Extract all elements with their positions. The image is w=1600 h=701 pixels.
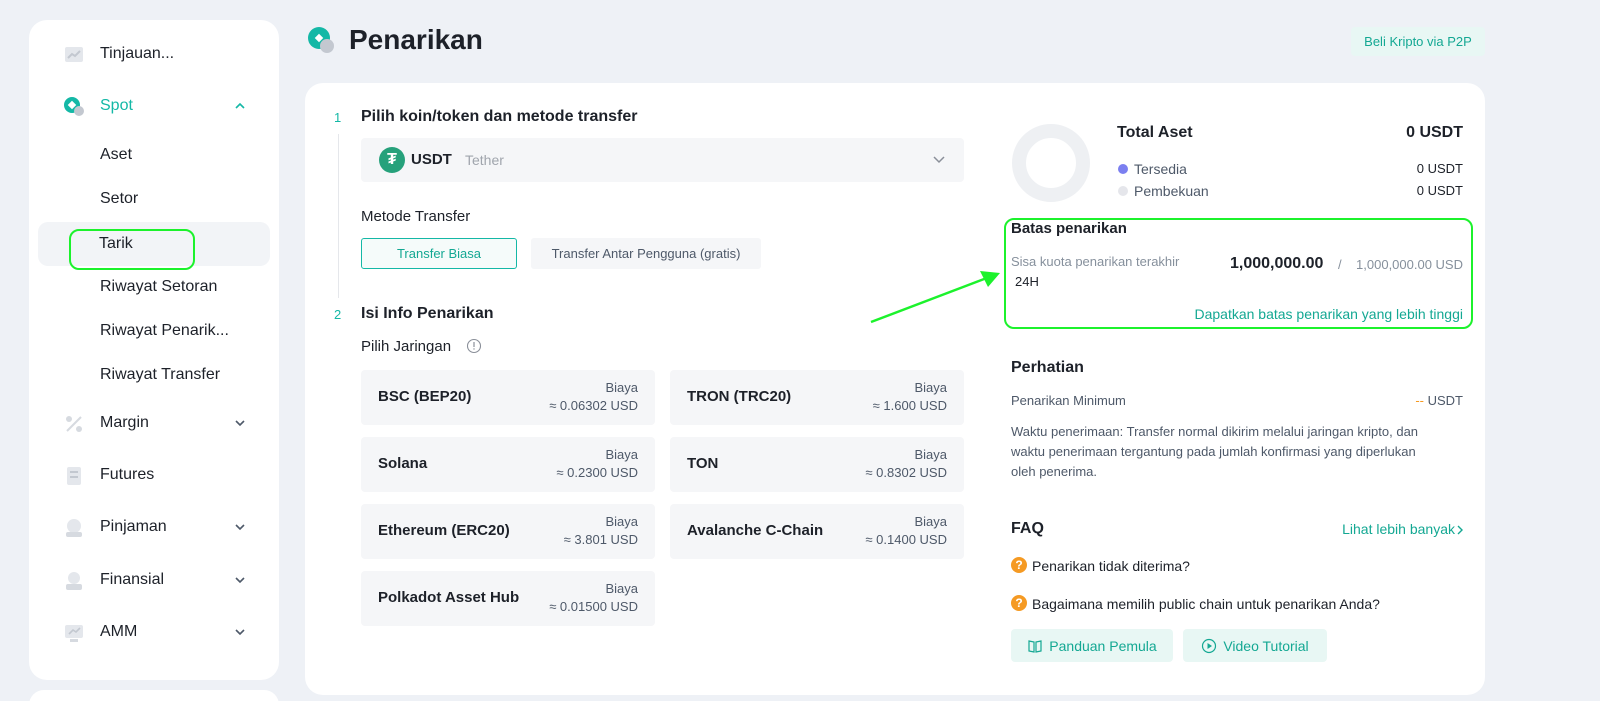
limit-remaining: 1,000,000.00: [1230, 255, 1324, 272]
min-withdraw-label: Penarikan Minimum: [1011, 393, 1126, 408]
highlight-box-withdraw: [69, 229, 195, 270]
sidebar-secondary-card: [29, 690, 279, 701]
play-icon: [1202, 638, 1217, 653]
network-option-ton[interactable]: TON Biaya ≈ 0.8302 USD: [670, 437, 964, 492]
chevron-down-icon: [235, 420, 245, 427]
sidebar: Tinjauan... Spot Aset Setor Tarik Riwaya…: [29, 20, 279, 680]
margin-icon: [66, 416, 82, 432]
transfer-method-label: Metode Transfer: [361, 208, 471, 225]
step-1-title: Pilih koin/token dan metode transfer: [361, 108, 638, 125]
frozen-value: 0 USDT: [1416, 183, 1463, 198]
total-assets-value: 0 USDT: [1406, 124, 1463, 141]
sidebar-sub-withdraw-history[interactable]: Riwayat Penarik...: [39, 309, 269, 353]
faq-question-icon: ?: [1011, 595, 1027, 611]
usdt-logo-icon: ₮: [379, 147, 405, 173]
frozen-dot: [1118, 186, 1128, 196]
network-label: Pilih Jaringan: [361, 338, 452, 355]
sidebar-sub-transfer-history[interactable]: Riwayat Transfer: [39, 353, 269, 397]
sidebar-sub-assets[interactable]: Aset: [39, 133, 269, 177]
sidebar-item-overview[interactable]: Tinjauan...: [39, 32, 269, 76]
chevron-down-icon: [235, 629, 245, 636]
step-connector: [338, 134, 339, 298]
sidebar-sub-deposit-history[interactable]: Riwayat Setoran: [39, 265, 269, 309]
coin-symbol: USDT: [411, 151, 452, 168]
sidebar-item-finance[interactable]: Finansial: [39, 558, 269, 602]
network-option-polkadot[interactable]: Polkadot Asset Hub Biaya ≈ 0.01500 USD: [361, 571, 655, 626]
book-icon: [1028, 639, 1042, 653]
faq-title: FAQ: [1011, 520, 1044, 537]
info-icon[interactable]: [466, 338, 482, 354]
page-title: Penarikan: [349, 24, 483, 55]
sidebar-sub-deposit[interactable]: Setor: [39, 177, 269, 221]
available-label: Tersedia: [1134, 161, 1187, 177]
overview-icon: [65, 47, 83, 62]
network-option-ethereum[interactable]: Ethereum (ERC20) Biaya ≈ 3.801 USD: [361, 504, 655, 559]
annotation-arrow: [870, 271, 1000, 324]
sidebar-item-loan[interactable]: Pinjaman: [39, 505, 269, 549]
coin-name: Tether: [465, 152, 504, 168]
asset-donut-chart: [1012, 124, 1090, 202]
transfer-internal-button[interactable]: Transfer Antar Pengguna (gratis): [531, 238, 761, 269]
amm-icon: [65, 625, 83, 642]
network-option-tron[interactable]: TRON (TRC20) Biaya ≈ 1.600 USD: [670, 370, 964, 425]
spot-icon: [64, 97, 84, 116]
chevron-up-icon: [235, 102, 245, 109]
withdraw-title-icon: [308, 27, 334, 53]
video-tutorial-button[interactable]: Video Tutorial: [1183, 629, 1327, 662]
faq-more-link[interactable]: Lihat lebih banyak: [1342, 521, 1455, 537]
network-option-solana[interactable]: Solana Biaya ≈ 0.2300 USD: [361, 437, 655, 492]
loan-icon: [66, 519, 82, 537]
frozen-label: Pembekuan: [1134, 183, 1209, 199]
limit-total: 1,000,000.00 USD: [1356, 257, 1463, 272]
min-withdraw-value: --: [1415, 393, 1424, 408]
network-option-avalanche[interactable]: Avalanche C-Chain Biaya ≈ 0.1400 USD: [670, 504, 964, 559]
notice-text-line3: oleh penerima.: [1011, 464, 1097, 479]
min-withdraw-unit: USDT: [1427, 393, 1463, 408]
limit-desc: Sisa kuota penarikan terakhir: [1011, 254, 1180, 269]
chevron-down-icon: [933, 156, 945, 164]
limit-title: Batas penarikan: [1011, 220, 1127, 237]
sidebar-item-spot[interactable]: Spot: [39, 84, 269, 128]
sidebar-item-margin[interactable]: Margin: [39, 401, 269, 445]
faq-question-2[interactable]: Bagaimana memilih public chain untuk pen…: [1032, 596, 1380, 612]
beginner-guide-button[interactable]: Panduan Pemula: [1011, 629, 1173, 662]
limit-separator: /: [1338, 257, 1342, 272]
chevron-down-icon: [235, 577, 245, 584]
coin-select[interactable]: ₮ USDT Tether: [361, 138, 964, 182]
network-option-bsc[interactable]: BSC (BEP20) Biaya ≈ 0.06302 USD: [361, 370, 655, 425]
notice-text-line1: Waktu penerimaan: Transfer normal dikiri…: [1011, 424, 1419, 439]
higher-limit-link[interactable]: Dapatkan batas penarikan yang lebih ting…: [1194, 306, 1463, 322]
faq-question-1[interactable]: Penarikan tidak diterima?: [1032, 558, 1190, 574]
step-1-number: 1: [334, 110, 342, 125]
available-dot: [1118, 164, 1128, 174]
sidebar-item-amm[interactable]: AMM: [39, 610, 269, 654]
limit-desc-24h: 24H: [1015, 274, 1039, 289]
chevron-right-icon: [1457, 525, 1463, 535]
total-assets-label: Total Aset: [1117, 124, 1193, 141]
notice-title: Perhatian: [1011, 359, 1084, 376]
faq-question-icon: ?: [1011, 557, 1027, 573]
sidebar-item-futures[interactable]: Futures: [39, 453, 269, 497]
futures-icon: [67, 467, 81, 485]
notice-text-line2: waktu penerimaan tergantung pada jumlah …: [1011, 444, 1416, 459]
available-value: 0 USDT: [1416, 161, 1463, 176]
buy-crypto-p2p-button[interactable]: Beli Kripto via P2P: [1351, 27, 1485, 56]
finance-icon: [66, 572, 82, 590]
chevron-down-icon: [235, 524, 245, 531]
step-2-number: 2: [334, 307, 342, 322]
transfer-normal-button[interactable]: Transfer Biasa: [361, 238, 517, 269]
step-2-title: Isi Info Penarikan: [361, 305, 494, 322]
